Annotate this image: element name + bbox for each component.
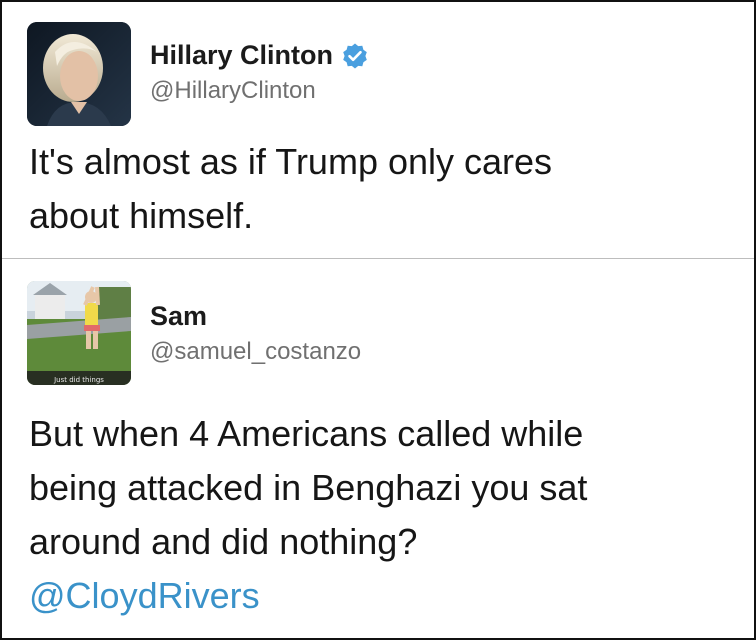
handle[interactable]: @samuel_costanzo bbox=[150, 338, 361, 366]
avatar-photo-icon bbox=[27, 281, 131, 385]
tweet-text-line: around and did nothing? bbox=[29, 521, 418, 562]
tweet-text: But when 4 Americans called while being … bbox=[29, 407, 729, 623]
tweet-text: It's almost as if Trump only cares about… bbox=[29, 135, 729, 243]
tweet-thread: Hillary Clinton @HillaryClinton It's alm… bbox=[0, 0, 756, 640]
display-name[interactable]: Sam bbox=[150, 301, 207, 332]
avatar-sam[interactable]: Just did things bbox=[27, 281, 131, 385]
avatar-caption: Just did things bbox=[54, 376, 104, 384]
tweet-sam[interactable]: Just did things Sam @samuel_costanzo But… bbox=[2, 259, 754, 638]
mention-link[interactable]: @CloydRivers bbox=[29, 569, 729, 623]
tweet-hillary[interactable]: Hillary Clinton @HillaryClinton It's alm… bbox=[2, 2, 754, 258]
tweet-text-line: being attacked in Benghazi you sat bbox=[29, 467, 588, 508]
name-row: Hillary Clinton bbox=[150, 40, 369, 71]
verified-badge-icon bbox=[343, 43, 367, 68]
avatar-portrait-icon bbox=[27, 22, 131, 126]
tweet-text-line: But when 4 Americans called while bbox=[29, 413, 584, 454]
handle[interactable]: @HillaryClinton bbox=[150, 77, 316, 105]
tweet-text-line: It's almost as if Trump only cares bbox=[29, 141, 553, 182]
avatar-hillary[interactable] bbox=[27, 22, 131, 126]
tweet-text-line: about himself. bbox=[29, 195, 254, 236]
name-row: Sam bbox=[150, 301, 207, 332]
display-name[interactable]: Hillary Clinton bbox=[150, 40, 333, 71]
